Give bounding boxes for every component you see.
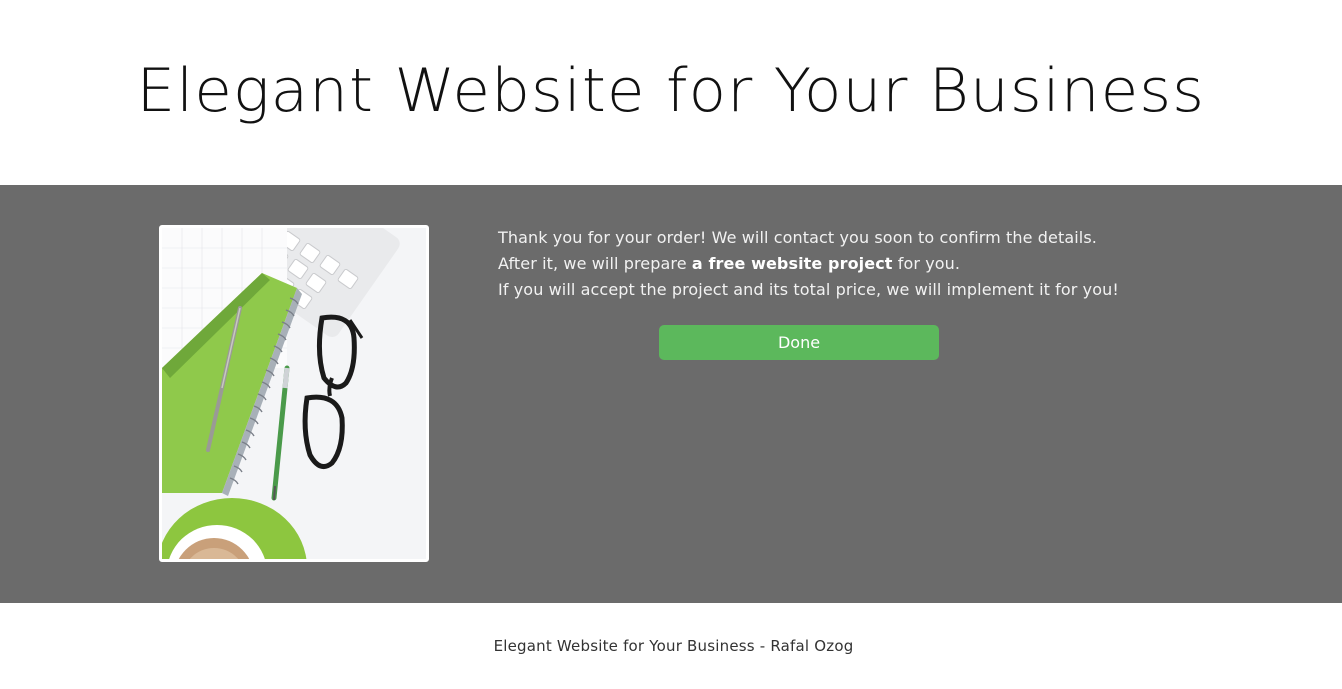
message-line-2-after: for you. [892,254,961,273]
page-title: Elegant Website for Your Business [136,55,1206,126]
message-line-1: Thank you for your order! We will contac… [498,228,1097,247]
done-button[interactable]: Done [659,325,939,360]
free-project-highlight: a free website project [691,254,893,273]
message-line-2: After it, we will prepare a free website… [498,251,1119,277]
message-line-2-before: After it, we will prepare [498,254,692,273]
order-confirmation-section: Thank you for your order! We will contac… [0,185,1342,603]
footer-text: Elegant Website for Your Business - Rafa… [493,637,854,655]
desk-photo [159,225,429,562]
message-line-3: If you will accept the project and its t… [498,280,1119,299]
site-header: Elegant Website for Your Business [0,0,1342,185]
confirmation-message: Thank you for your order! We will contac… [498,225,1119,303]
site-footer: Elegant Website for Your Business - Rafa… [0,603,1342,689]
